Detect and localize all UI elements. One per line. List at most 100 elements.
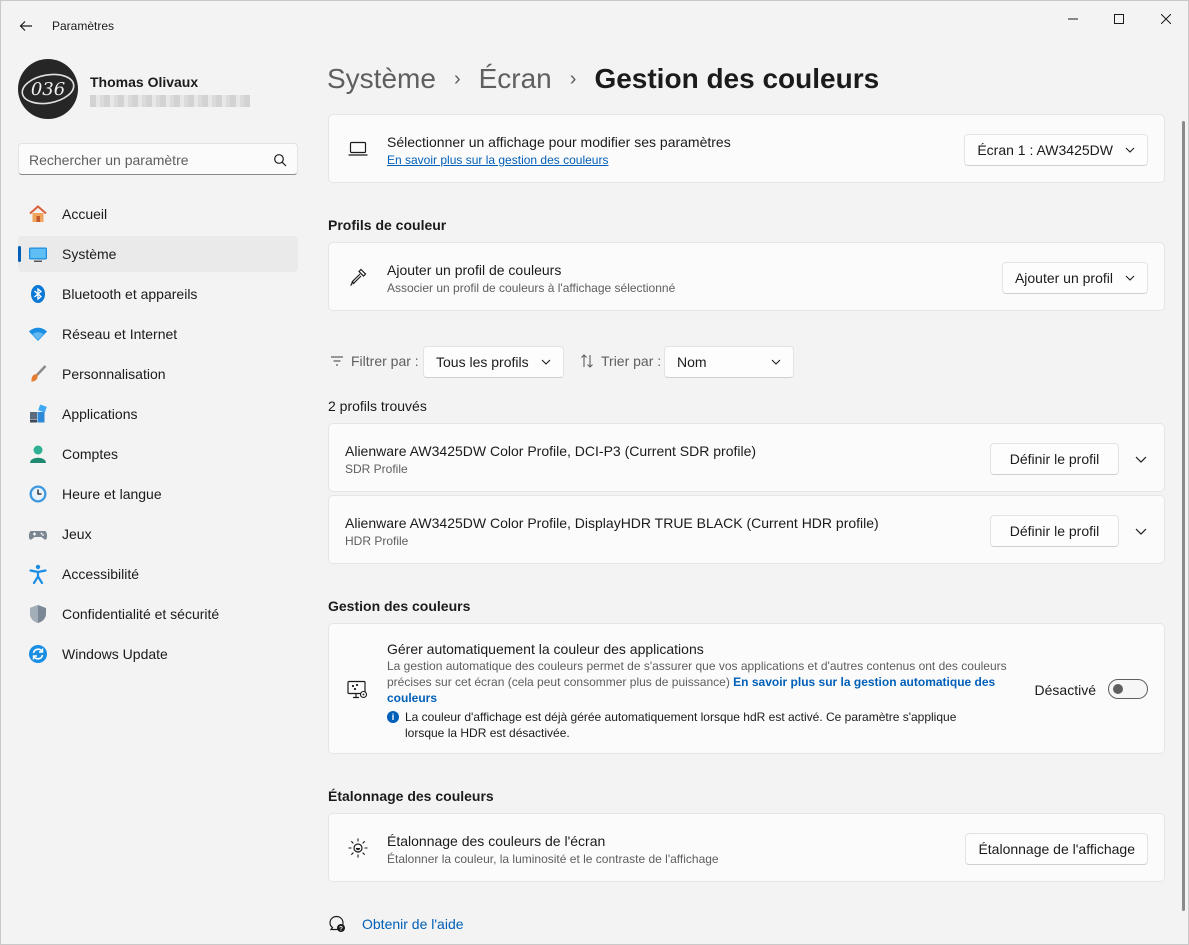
auto-color-title: Gérer automatiquement la couleur des app… xyxy=(387,641,704,657)
display-dropdown[interactable]: Écran 1 : AW3425DW xyxy=(964,134,1148,166)
update-icon xyxy=(28,644,48,664)
sidebar-item-label: Windows Update xyxy=(62,646,168,662)
page-title: Gestion des couleurs xyxy=(594,63,880,94)
account-icon xyxy=(28,444,48,464)
help-icon: ? xyxy=(329,915,345,932)
settings-window: Paramètres 036 Thomas Olivaux Rechercher… xyxy=(0,0,1189,945)
display-select-title: Sélectionner un affichage pour modifier … xyxy=(387,134,731,150)
avatar-text: 036 xyxy=(31,79,65,100)
chevron-down-icon xyxy=(771,357,781,367)
calibration-title: Étalonnage des couleurs de l'écran xyxy=(387,833,606,849)
auto-color-description: La gestion automatique des couleurs perm… xyxy=(387,658,1027,706)
profile-type: SDR Profile xyxy=(345,462,408,476)
user-profile[interactable]: 036 Thomas Olivaux xyxy=(18,59,288,119)
gamepad-icon xyxy=(28,524,48,544)
sidebar-item-label: Accessibilité xyxy=(62,566,140,582)
add-profile-button-label: Ajouter un profil xyxy=(1014,270,1113,286)
calibrate-display-button-label: Étalonnage de l'affichage xyxy=(978,841,1135,857)
filter-dropdown-value: Tous les profils xyxy=(436,354,529,370)
eyedropper-icon xyxy=(347,266,369,288)
sidebar-item-personnalisation[interactable]: Personnalisation xyxy=(18,356,298,392)
sidebar-item-jeux[interactable]: Jeux xyxy=(18,516,298,552)
profile-name: Alienware AW3425DW Color Profile, Displa… xyxy=(345,515,879,531)
sidebar-item-label: Réseau et Internet xyxy=(62,326,178,342)
sidebar-item-accessibilite[interactable]: Accessibilité xyxy=(18,556,298,592)
sort-icon xyxy=(581,354,593,368)
sort-dropdown[interactable]: Nom xyxy=(664,346,794,378)
chevron-down-icon[interactable] xyxy=(1134,524,1148,538)
sidebar-item-label: Personnalisation xyxy=(62,366,166,382)
section-title-color-management: Gestion des couleurs xyxy=(328,598,471,614)
calibrate-display-button[interactable]: Étalonnage de l'affichage xyxy=(965,833,1148,865)
avatar[interactable]: 036 xyxy=(18,59,78,119)
filter-dropdown[interactable]: Tous les profils xyxy=(423,346,564,378)
system-icon xyxy=(28,244,48,264)
sidebar-nav: Accueil Système Bluetooth et appareils R… xyxy=(18,196,298,676)
chevron-right-icon: › xyxy=(569,67,577,90)
sort-label: Trier par : xyxy=(581,353,661,369)
sidebar-item-applications[interactable]: Applications xyxy=(18,396,298,432)
clock-globe-icon xyxy=(28,484,48,504)
scrollbar[interactable] xyxy=(1182,121,1185,911)
section-title-profiles: Profils de couleur xyxy=(328,217,447,233)
chevron-down-icon xyxy=(1125,273,1135,283)
filter-icon xyxy=(331,356,343,366)
sidebar-item-comptes[interactable]: Comptes xyxy=(18,436,298,472)
user-email-blurred xyxy=(90,95,250,107)
breadcrumb: Système › Écran › Gestion des couleurs xyxy=(327,59,879,99)
app-title: Paramètres xyxy=(52,19,115,33)
close-button[interactable] xyxy=(1146,7,1186,31)
sidebar-item-confidentialite[interactable]: Confidentialité et sécurité xyxy=(18,596,298,632)
help-link[interactable]: Obtenir de l'aide xyxy=(362,916,464,932)
back-button[interactable] xyxy=(15,15,37,37)
chevron-down-icon[interactable] xyxy=(1134,452,1148,466)
sort-dropdown-value: Nom xyxy=(677,354,707,370)
profile-name: Alienware AW3425DW Color Profile, DCI-P3… xyxy=(345,443,757,459)
sidebar-item-windows-update[interactable]: Windows Update xyxy=(18,636,298,672)
section-title-calibration: Étalonnage des couleurs xyxy=(328,788,494,804)
display-select-card: Sélectionner un affichage pour modifier … xyxy=(328,114,1165,183)
breadcrumb-systeme[interactable]: Système xyxy=(327,63,436,95)
set-profile-button[interactable]: Définir le profil xyxy=(990,443,1119,475)
search-box[interactable]: Rechercher un paramètre xyxy=(18,143,298,175)
display-dropdown-value: Écran 1 : AW3425DW xyxy=(977,142,1113,158)
profile-type: HDR Profile xyxy=(345,534,409,548)
auto-color-toggle[interactable] xyxy=(1108,679,1148,699)
sidebar-item-accueil[interactable]: Accueil xyxy=(18,196,298,232)
help-row[interactable]: ? Obtenir de l'aide xyxy=(328,915,464,933)
sidebar-item-reseau[interactable]: Réseau et Internet xyxy=(18,316,298,352)
filter-label-text: Filtrer par : xyxy=(351,353,419,369)
sidebar-item-heure-langue[interactable]: Heure et langue xyxy=(18,476,298,512)
title-bar: Paramètres xyxy=(1,1,1188,49)
add-profile-title: Ajouter un profil de couleurs xyxy=(387,262,562,278)
set-profile-button[interactable]: Définir le profil xyxy=(990,515,1119,547)
chevron-down-icon xyxy=(541,357,551,367)
wifi-icon xyxy=(28,324,48,344)
search-input[interactable]: Rechercher un paramètre xyxy=(29,152,189,168)
calibration-subtitle: Étalonner la couleur, la luminosité et l… xyxy=(387,852,719,866)
bluetooth-icon xyxy=(28,284,48,304)
search-icon[interactable] xyxy=(273,153,287,167)
info-icon: i xyxy=(387,711,399,723)
shield-icon xyxy=(28,604,48,624)
user-name: Thomas Olivaux xyxy=(90,74,199,90)
profile-row[interactable]: Alienware AW3425DW Color Profile, DCI-P3… xyxy=(328,423,1165,492)
add-profile-card: Ajouter un profil de couleurs Associer u… xyxy=(328,242,1165,311)
sidebar-item-label: Heure et langue xyxy=(62,486,162,502)
breadcrumb-ecran[interactable]: Écran xyxy=(479,63,552,95)
maximize-icon xyxy=(1114,14,1124,24)
add-profile-button[interactable]: Ajouter un profil xyxy=(1001,262,1148,294)
color-management-link[interactable]: En savoir plus sur la gestion des couleu… xyxy=(387,153,608,167)
minimize-button[interactable] xyxy=(1053,7,1093,31)
sidebar-item-systeme[interactable]: Système xyxy=(18,236,298,272)
sidebar-item-label: Système xyxy=(62,246,117,262)
sidebar-item-bluetooth[interactable]: Bluetooth et appareils xyxy=(18,276,298,312)
set-profile-button-label: Définir le profil xyxy=(1009,523,1100,539)
maximize-button[interactable] xyxy=(1099,7,1139,31)
hdr-info-note: i La couleur d'affichage est déjà gérée … xyxy=(387,709,987,741)
sidebar-item-label: Confidentialité et sécurité xyxy=(62,606,220,622)
monitor-settings-icon xyxy=(347,679,369,701)
chevron-down-icon xyxy=(1125,145,1135,155)
profile-row[interactable]: Alienware AW3425DW Color Profile, Displa… xyxy=(328,495,1165,564)
chevron-right-icon: › xyxy=(453,67,461,90)
